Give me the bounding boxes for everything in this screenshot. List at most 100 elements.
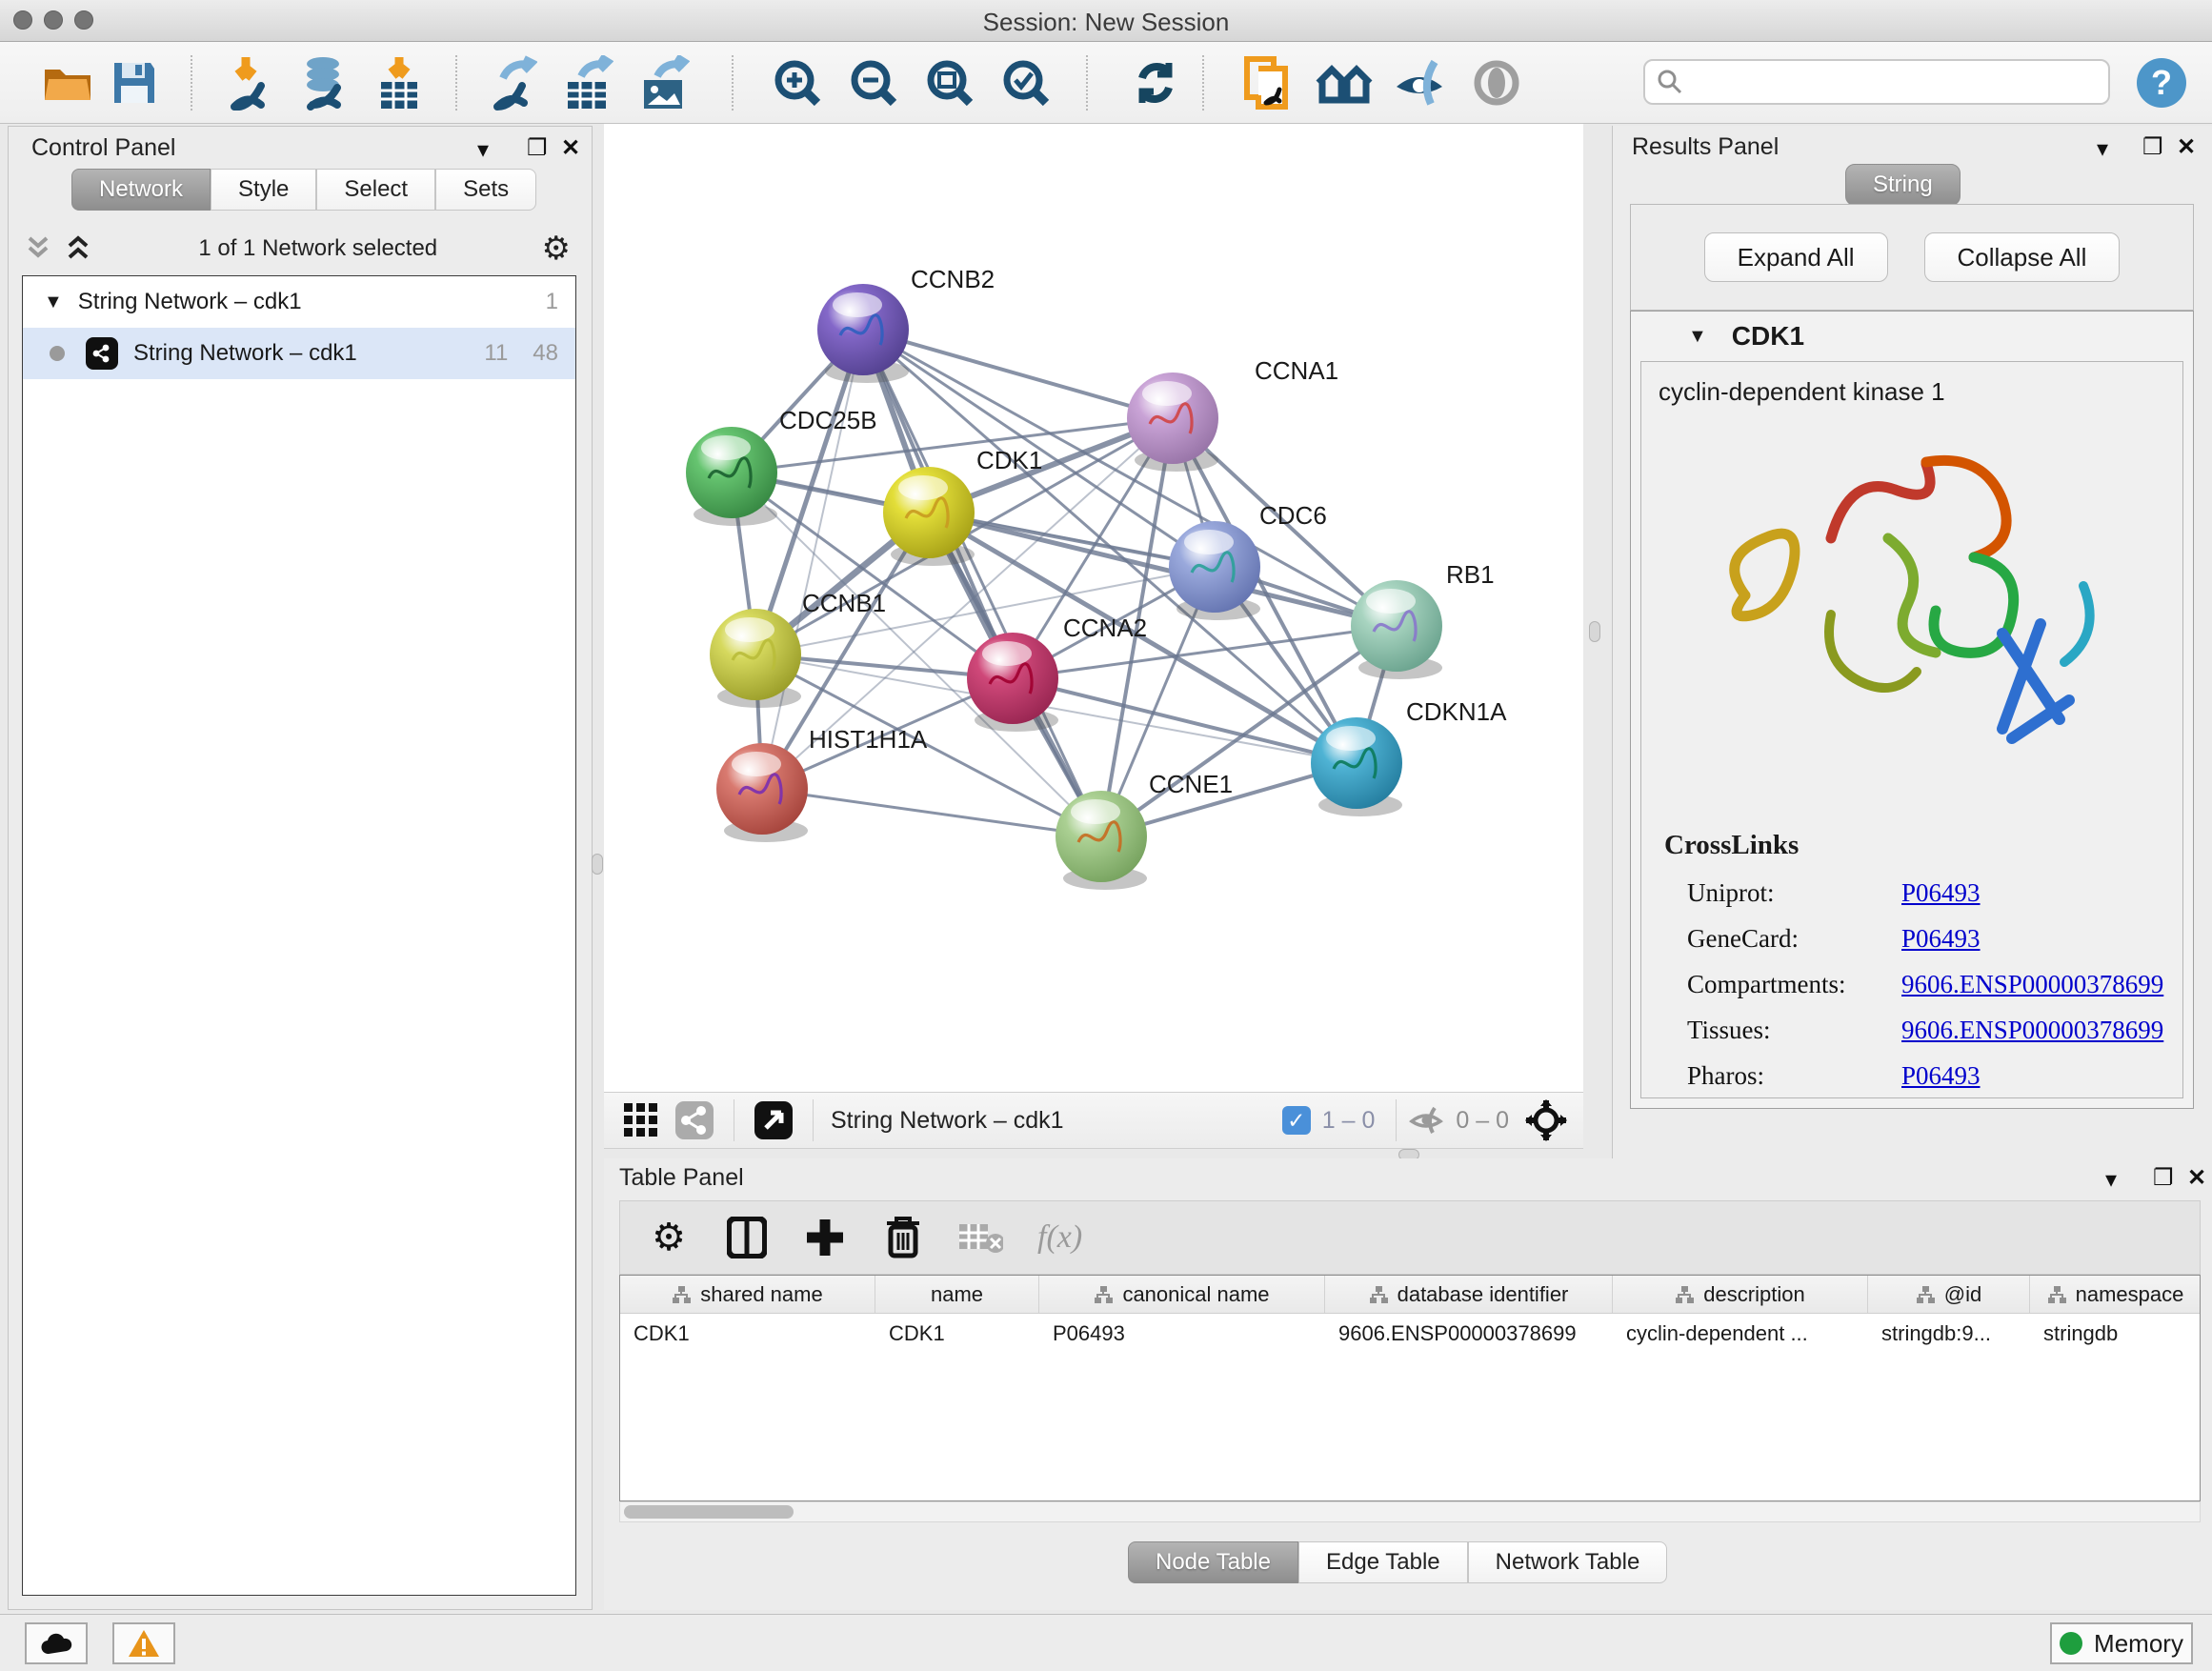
import-table-file-icon[interactable] xyxy=(370,53,429,112)
hide-selected-icon[interactable] xyxy=(1391,53,1450,112)
import-network-file-icon[interactable] xyxy=(217,53,276,112)
column-header-name[interactable]: name xyxy=(875,1276,1039,1313)
table-cell[interactable]: P06493 xyxy=(1039,1314,1325,1354)
zoom-selected-icon[interactable] xyxy=(996,53,1056,112)
table-cell[interactable]: CDK1 xyxy=(875,1314,1039,1354)
export-table-icon[interactable] xyxy=(558,53,617,112)
expand-all-icon[interactable] xyxy=(62,234,94,263)
table-cell[interactable]: stringdb xyxy=(2030,1314,2201,1354)
network-options-gear-icon[interactable]: ⚙ xyxy=(542,230,571,268)
collection-expander-icon[interactable]: ▼ xyxy=(44,292,63,313)
collapse-all-icon[interactable] xyxy=(22,234,54,263)
table-cell[interactable]: CDK1 xyxy=(620,1314,875,1354)
zoom-out-icon[interactable] xyxy=(844,53,903,112)
grid-view-icon[interactable] xyxy=(619,1098,663,1142)
import-network-database-icon[interactable] xyxy=(293,53,352,112)
delete-table-icon[interactable] xyxy=(959,1216,1003,1259)
control-panel-float-icon[interactable]: ❐ xyxy=(527,134,548,162)
column-header-shared-name[interactable]: shared name xyxy=(620,1276,875,1313)
refresh-view-icon[interactable] xyxy=(1126,53,1185,112)
left-splitter-handle[interactable] xyxy=(592,854,603,875)
table-panel-close-icon[interactable]: ✕ xyxy=(2187,1164,2206,1192)
crosslink-link[interactable]: 9606.ENSP00000378699 xyxy=(1901,1016,2163,1045)
export-network-icon[interactable] xyxy=(482,53,541,112)
share-view-icon[interactable] xyxy=(673,1098,716,1142)
expand-all-button[interactable]: Expand All xyxy=(1704,232,1888,282)
tab-sets[interactable]: Sets xyxy=(435,169,536,211)
collapse-all-button[interactable]: Collapse All xyxy=(1924,232,2121,282)
memory-button[interactable]: Memory xyxy=(2050,1622,2193,1664)
crosslink-link[interactable]: P06493 xyxy=(1901,878,1981,908)
table-scrollbar-thumb[interactable] xyxy=(624,1505,794,1519)
network-node-ccnb1[interactable]: CCNB1 xyxy=(710,589,886,708)
right-splitter-handle[interactable] xyxy=(1589,621,1600,642)
save-session-icon[interactable] xyxy=(105,53,164,112)
network-node-hist1h1a[interactable]: HIST1H1A xyxy=(716,725,928,842)
network-node-ccnb2[interactable]: CCNB2 xyxy=(817,265,995,383)
export-image-icon[interactable] xyxy=(634,53,694,112)
table-cell[interactable]: cyclin-dependent ... xyxy=(1613,1314,1868,1354)
tab-style[interactable]: Style xyxy=(211,169,316,211)
network-node-ccna1[interactable]: CCNA1 xyxy=(1127,356,1338,472)
crosslink-link[interactable]: P06493 xyxy=(1901,924,1981,954)
table-horizontal-scrollbar[interactable] xyxy=(619,1501,2201,1522)
tab-node-table[interactable]: Node Table xyxy=(1128,1541,1298,1583)
table-panel-collapse-icon[interactable]: ▾ xyxy=(2105,1166,2117,1194)
tab-edge-table[interactable]: Edge Table xyxy=(1298,1541,1468,1583)
add-column-icon[interactable] xyxy=(803,1216,847,1259)
control-panel-close-icon[interactable]: ✕ xyxy=(561,134,580,162)
delete-column-icon[interactable] xyxy=(881,1216,925,1259)
control-panel-collapse-icon[interactable]: ▾ xyxy=(477,136,489,164)
clone-network-icon[interactable] xyxy=(1238,53,1297,112)
network-node-ccne1[interactable]: CCNE1 xyxy=(1056,770,1233,890)
network-view-canvas[interactable]: CCNB2CCNA1CDC25BCDK1CDC6RB1CCNB1CCNA2CDK… xyxy=(604,124,1583,1092)
show-columns-icon[interactable] xyxy=(725,1216,769,1259)
tab-string[interactable]: String xyxy=(1845,164,1961,206)
help-icon[interactable]: ? xyxy=(2132,53,2191,112)
crosslink-link[interactable]: 9606.ENSP00000378699 xyxy=(1901,970,2163,999)
column-header--id[interactable]: @id xyxy=(1868,1276,2030,1313)
network-edge[interactable] xyxy=(863,330,1101,836)
table-panel-float-icon[interactable]: ❐ xyxy=(2153,1164,2174,1192)
network-row[interactable]: String Network – cdk1 11 48 xyxy=(23,328,575,379)
network-node-rb1[interactable]: RB1 xyxy=(1351,560,1495,679)
network-node-cdkn1a[interactable]: CDKN1A xyxy=(1311,697,1507,816)
show-all-icon[interactable] xyxy=(1467,53,1526,112)
zoom-in-icon[interactable] xyxy=(768,53,827,112)
open-session-icon[interactable] xyxy=(38,53,97,112)
network-collection-row[interactable]: ▼ String Network – cdk1 1 xyxy=(23,276,575,328)
node-attribute-table[interactable]: shared namenamecanonical namedatabase id… xyxy=(619,1275,2201,1501)
results-panel-collapse-icon[interactable]: ▾ xyxy=(2097,135,2108,163)
table-cell[interactable]: 9606.ENSP00000378699 xyxy=(1325,1314,1613,1354)
tab-network-table[interactable]: Network Table xyxy=(1468,1541,1668,1583)
hidden-eye-icon[interactable] xyxy=(1404,1098,1448,1142)
column-header-description[interactable]: description xyxy=(1613,1276,1868,1313)
results-panel-close-icon[interactable]: ✕ xyxy=(2177,133,2196,161)
cloud-status-button[interactable] xyxy=(25,1622,88,1664)
fit-content-crosshair-icon[interactable] xyxy=(1524,1098,1568,1142)
first-neighbors-icon[interactable] xyxy=(1315,53,1374,112)
tab-select[interactable]: Select xyxy=(316,169,435,211)
table-cell[interactable]: stringdb:9... xyxy=(1868,1314,2030,1354)
crosslink-link[interactable]: P06493 xyxy=(1901,1061,1981,1091)
search-input[interactable] xyxy=(1683,69,2083,95)
column-header-database-identifier[interactable]: database identifier xyxy=(1325,1276,1613,1313)
birds-eye-view-icon[interactable] xyxy=(752,1098,795,1142)
table-options-gear-icon[interactable]: ⚙ xyxy=(647,1216,691,1259)
search-box[interactable] xyxy=(1643,59,2110,105)
table-row[interactable]: CDK1CDK1P064939606.ENSP00000378699cyclin… xyxy=(620,1314,2200,1354)
network-edge[interactable] xyxy=(762,789,1101,836)
warnings-button[interactable] xyxy=(112,1622,175,1664)
column-header-canonical-name[interactable]: canonical name xyxy=(1039,1276,1325,1313)
selected-nodes-checkbox[interactable]: ✓ xyxy=(1282,1106,1311,1135)
gene-section-header[interactable]: ▼ CDK1 xyxy=(1631,312,2193,361)
results-panel-float-icon[interactable]: ❐ xyxy=(2142,133,2163,161)
column-header-namespace[interactable]: namespace xyxy=(2030,1276,2201,1313)
network-edge[interactable] xyxy=(863,330,1173,418)
string-network-graph[interactable]: CCNB2CCNA1CDC25BCDK1CDC6RB1CCNB1CCNA2CDK… xyxy=(604,124,1583,1092)
collection-label: String Network – cdk1 xyxy=(78,289,546,315)
tab-network[interactable]: Network xyxy=(71,169,211,211)
zoom-fit-icon[interactable] xyxy=(920,53,979,112)
function-builder-icon[interactable]: f(x) xyxy=(1037,1219,1082,1256)
gene-section-expander-icon[interactable]: ▼ xyxy=(1688,326,1707,348)
